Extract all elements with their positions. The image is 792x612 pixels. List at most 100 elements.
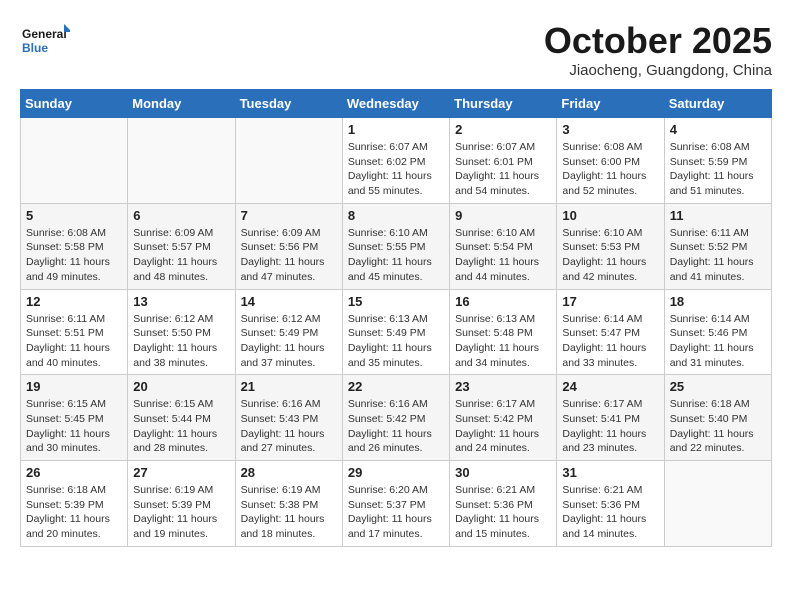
calendar-cell: 29Sunrise: 6:20 AM Sunset: 5:37 PM Dayli… [342,461,449,547]
day-number: 31 [562,465,658,480]
day-info: Sunrise: 6:07 AM Sunset: 6:01 PM Dayligh… [455,140,551,199]
weekday-header: Sunday [21,90,128,118]
day-info: Sunrise: 6:17 AM Sunset: 5:42 PM Dayligh… [455,397,551,456]
day-number: 11 [670,208,766,223]
day-info: Sunrise: 6:08 AM Sunset: 6:00 PM Dayligh… [562,140,658,199]
day-info: Sunrise: 6:14 AM Sunset: 5:46 PM Dayligh… [670,312,766,371]
day-number: 25 [670,379,766,394]
day-info: Sunrise: 6:17 AM Sunset: 5:41 PM Dayligh… [562,397,658,456]
day-number: 28 [241,465,337,480]
day-number: 3 [562,122,658,137]
calendar-header: SundayMondayTuesdayWednesdayThursdayFrid… [21,90,772,118]
day-info: Sunrise: 6:08 AM Sunset: 5:58 PM Dayligh… [26,226,122,285]
calendar-cell: 15 Sunrise: 6:13 AM Sunset: 5:49 PM Dayli… [342,289,449,375]
calendar-cell: 5 Sunrise: 6:08 AM Sunset: 5:58 PM Daylig… [21,203,128,289]
day-number: 2 [455,122,551,137]
day-number: 8 [348,208,444,223]
day-number: 18 [670,294,766,309]
day-number: 26 [26,465,122,480]
day-info: Sunrise: 6:10 AM Sunset: 5:54 PM Dayligh… [455,226,551,285]
calendar-cell: 28 Sunrise: 6:19 AM Sunset: 5:38 PM Dayli… [235,461,342,547]
day-number: 5 [26,208,122,223]
calendar-cell: 1Sunrise: 6:07 AM Sunset: 6:02 PM Daylig… [342,118,449,204]
calendar-cell: 7 Sunrise: 6:09 AM Sunset: 5:56 PM Daylig… [235,203,342,289]
day-info: Sunrise: 6:18 AM Sunset: 5:40 PM Dayligh… [670,397,766,456]
calendar-week-row: 19Sunrise: 6:15 AM Sunset: 5:45 PM Dayli… [21,375,772,461]
weekday-header: Tuesday [235,90,342,118]
day-info: Sunrise: 6:13 AM Sunset: 5:49 PM Dayligh… [348,312,444,371]
calendar-cell: 8 Sunrise: 6:10 AM Sunset: 5:55 PM Daylig… [342,203,449,289]
day-info: Sunrise: 6:15 AM Sunset: 5:44 PM Dayligh… [133,397,229,456]
logo: General Blue [20,20,70,60]
calendar-cell: 16Sunrise: 6:13 AM Sunset: 5:48 PM Dayli… [450,289,557,375]
calendar-week-row: 26Sunrise: 6:18 AM Sunset: 5:39 PM Dayli… [21,461,772,547]
calendar-body: 1Sunrise: 6:07 AM Sunset: 6:02 PM Daylig… [21,118,772,547]
weekday-header: Thursday [450,90,557,118]
day-number: 21 [241,379,337,394]
day-info: Sunrise: 6:09 AM Sunset: 5:57 PM Dayligh… [133,226,229,285]
weekday-header: Friday [557,90,664,118]
calendar-cell: 27 Sunrise: 6:19 AM Sunset: 5:39 PM Dayli… [128,461,235,547]
svg-text:General: General [22,27,67,41]
calendar-cell: 18 Sunrise: 6:14 AM Sunset: 5:46 PM Dayli… [664,289,771,375]
calendar-cell: 12 Sunrise: 6:11 AM Sunset: 5:51 PM Dayli… [21,289,128,375]
day-info: Sunrise: 6:08 AM Sunset: 5:59 PM Dayligh… [670,140,766,199]
day-number: 27 [133,465,229,480]
day-number: 22 [348,379,444,394]
calendar-week-row: 12 Sunrise: 6:11 AM Sunset: 5:51 PM Dayli… [21,289,772,375]
calendar-cell: 3 Sunrise: 6:08 AM Sunset: 6:00 PM Daylig… [557,118,664,204]
calendar-cell: 14 Sunrise: 6:12 AM Sunset: 5:49 PM Dayli… [235,289,342,375]
day-info: Sunrise: 6:10 AM Sunset: 5:53 PM Dayligh… [562,226,658,285]
weekday-header: Wednesday [342,90,449,118]
day-info: Sunrise: 6:12 AM Sunset: 5:50 PM Dayligh… [133,312,229,371]
day-number: 12 [26,294,122,309]
day-info: Sunrise: 6:11 AM Sunset: 5:51 PM Dayligh… [26,312,122,371]
day-info: Sunrise: 6:16 AM Sunset: 5:42 PM Dayligh… [348,397,444,456]
calendar-cell: 9 Sunrise: 6:10 AM Sunset: 5:54 PM Daylig… [450,203,557,289]
calendar-table: SundayMondayTuesdayWednesdayThursdayFrid… [20,89,772,547]
calendar-cell [664,461,771,547]
day-info: Sunrise: 6:12 AM Sunset: 5:49 PM Dayligh… [241,312,337,371]
day-info: Sunrise: 6:19 AM Sunset: 5:38 PM Dayligh… [241,483,337,542]
day-number: 17 [562,294,658,309]
calendar-cell: 30Sunrise: 6:21 AM Sunset: 5:36 PM Dayli… [450,461,557,547]
day-number: 1 [348,122,444,137]
calendar-cell: 13 Sunrise: 6:12 AM Sunset: 5:50 PM Dayli… [128,289,235,375]
day-number: 10 [562,208,658,223]
day-number: 4 [670,122,766,137]
day-number: 9 [455,208,551,223]
day-info: Sunrise: 6:15 AM Sunset: 5:45 PM Dayligh… [26,397,122,456]
location: Jiaocheng, Guangdong, China [544,62,772,79]
calendar-week-row: 5 Sunrise: 6:08 AM Sunset: 5:58 PM Daylig… [21,203,772,289]
day-info: Sunrise: 6:21 AM Sunset: 5:36 PM Dayligh… [562,483,658,542]
calendar-cell: 6 Sunrise: 6:09 AM Sunset: 5:57 PM Daylig… [128,203,235,289]
svg-text:Blue: Blue [22,41,48,55]
calendar-cell: 26Sunrise: 6:18 AM Sunset: 5:39 PM Dayli… [21,461,128,547]
day-number: 16 [455,294,551,309]
calendar-cell: 21 Sunrise: 6:16 AM Sunset: 5:43 PM Dayli… [235,375,342,461]
day-info: Sunrise: 6:19 AM Sunset: 5:39 PM Dayligh… [133,483,229,542]
day-info: Sunrise: 6:20 AM Sunset: 5:37 PM Dayligh… [348,483,444,542]
day-info: Sunrise: 6:09 AM Sunset: 5:56 PM Dayligh… [241,226,337,285]
calendar-cell: 22 Sunrise: 6:16 AM Sunset: 5:42 PM Dayli… [342,375,449,461]
calendar-cell [21,118,128,204]
day-number: 20 [133,379,229,394]
day-number: 24 [562,379,658,394]
day-number: 14 [241,294,337,309]
calendar-cell: 4 Sunrise: 6:08 AM Sunset: 5:59 PM Daylig… [664,118,771,204]
calendar-week-row: 1Sunrise: 6:07 AM Sunset: 6:02 PM Daylig… [21,118,772,204]
day-number: 23 [455,379,551,394]
day-number: 15 [348,294,444,309]
header-row: SundayMondayTuesdayWednesdayThursdayFrid… [21,90,772,118]
calendar-cell: 24 Sunrise: 6:17 AM Sunset: 5:41 PM Dayli… [557,375,664,461]
day-info: Sunrise: 6:10 AM Sunset: 5:55 PM Dayligh… [348,226,444,285]
calendar-cell: 11Sunrise: 6:11 AM Sunset: 5:52 PM Dayli… [664,203,771,289]
page-header: General Blue October 2025 Jiaocheng, Gua… [20,20,772,79]
day-number: 13 [133,294,229,309]
day-info: Sunrise: 6:16 AM Sunset: 5:43 PM Dayligh… [241,397,337,456]
day-number: 7 [241,208,337,223]
calendar-cell: 10 Sunrise: 6:10 AM Sunset: 5:53 PM Dayli… [557,203,664,289]
weekday-header: Monday [128,90,235,118]
calendar-cell: 31 Sunrise: 6:21 AM Sunset: 5:36 PM Dayli… [557,461,664,547]
day-number: 6 [133,208,229,223]
